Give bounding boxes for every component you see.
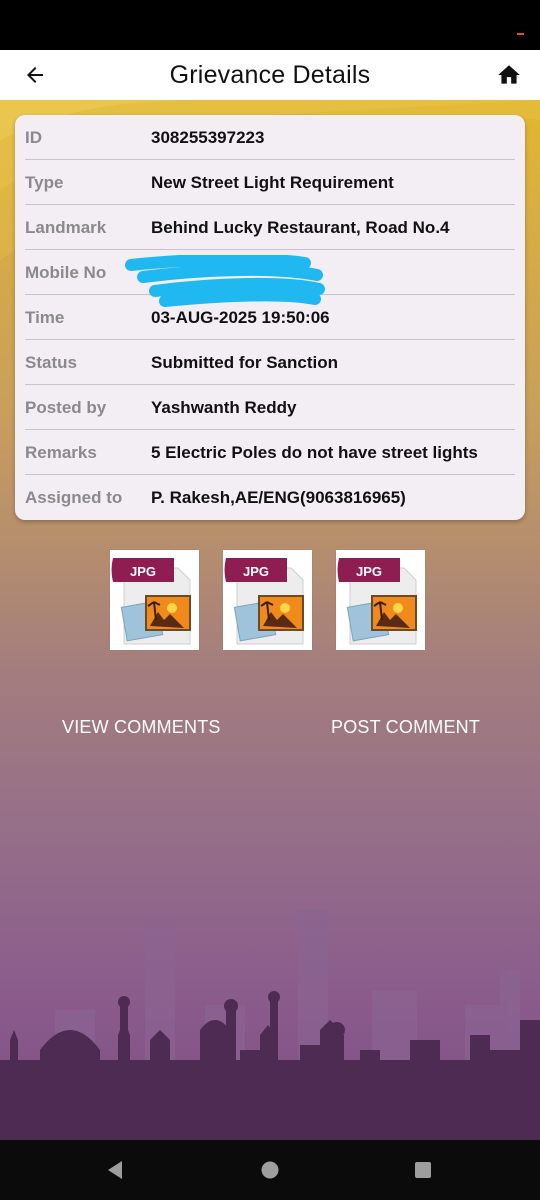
detail-label: Mobile No	[25, 263, 107, 282]
detail-row-posted-by: Posted by Yashwanth Reddy	[25, 385, 515, 430]
jpg-label: JPG	[356, 564, 382, 579]
detail-row-landmark: Landmark Behind Lucky Restaurant, Road N…	[25, 205, 515, 250]
detail-value: 5 Electric Poles do not have street ligh…	[151, 443, 478, 462]
attachment-thumbnail-2[interactable]: JPG	[223, 550, 312, 650]
post-comment-button[interactable]: POST COMMENT	[331, 717, 480, 738]
detail-label: Time	[25, 308, 65, 327]
nav-home-button[interactable]	[255, 1155, 285, 1185]
system-nav-bar	[0, 1140, 540, 1200]
detail-label: Landmark	[25, 218, 107, 237]
view-comments-button[interactable]: VIEW COMMENTS	[62, 717, 221, 738]
jpg-file-icon: JPG	[337, 558, 417, 645]
grievance-details-card: ID 308255397223 Type New Street Light Re…	[15, 115, 525, 520]
detail-value: 308255397223	[151, 128, 265, 147]
home-icon	[498, 65, 520, 84]
attachment-thumbnail-1[interactable]: JPG	[110, 550, 199, 650]
detail-label: Status	[25, 353, 77, 372]
home-button[interactable]	[494, 60, 524, 90]
content-area: ID 308255397223 Type New Street Light Re…	[0, 100, 540, 1140]
nav-back-button[interactable]	[100, 1155, 130, 1185]
jpg-label: JPG	[130, 564, 156, 579]
detail-label: Type	[25, 173, 64, 192]
detail-value: Behind Lucky Restaurant, Road No.4	[151, 218, 450, 237]
detail-value: P. Rakesh,AE/ENG(9063816965)	[151, 488, 406, 507]
detail-value: Yashwanth Reddy	[151, 398, 297, 417]
jpg-file-icon: JPG	[111, 558, 191, 645]
status-bar	[0, 0, 540, 50]
jpg-label: JPG	[243, 564, 269, 579]
detail-label: Posted by	[25, 398, 107, 417]
nav-recents-button[interactable]	[408, 1155, 438, 1185]
detail-row-remarks: Remarks 5 Electric Poles do not have str…	[25, 430, 515, 475]
detail-row-status: Status Submitted for Sanction	[25, 340, 515, 385]
detail-row-id: ID 308255397223	[25, 115, 515, 160]
detail-row-type: Type New Street Light Requirement	[25, 160, 515, 205]
detail-value: Submitted for Sanction	[151, 353, 338, 372]
redaction-scribble	[125, 255, 325, 307]
detail-label: Assigned to	[25, 488, 123, 507]
status-indicator	[517, 33, 524, 35]
square-recents-icon	[415, 1162, 431, 1178]
detail-value: New Street Light Requirement	[151, 173, 394, 192]
attachment-thumbnail-3[interactable]: JPG	[336, 550, 425, 650]
detail-label: Remarks	[25, 443, 97, 462]
triangle-back-icon	[108, 1161, 122, 1179]
detail-row-assigned-to: Assigned to P. Rakesh,AE/ENG(9063816965)	[25, 475, 515, 520]
app-bar: Grievance Details	[0, 50, 540, 100]
city-skyline	[0, 910, 540, 1140]
circle-home-icon	[261, 1161, 279, 1179]
jpg-file-icon: JPG	[224, 558, 304, 645]
page-title: Grievance Details	[169, 61, 371, 89]
detail-label: ID	[25, 128, 42, 147]
